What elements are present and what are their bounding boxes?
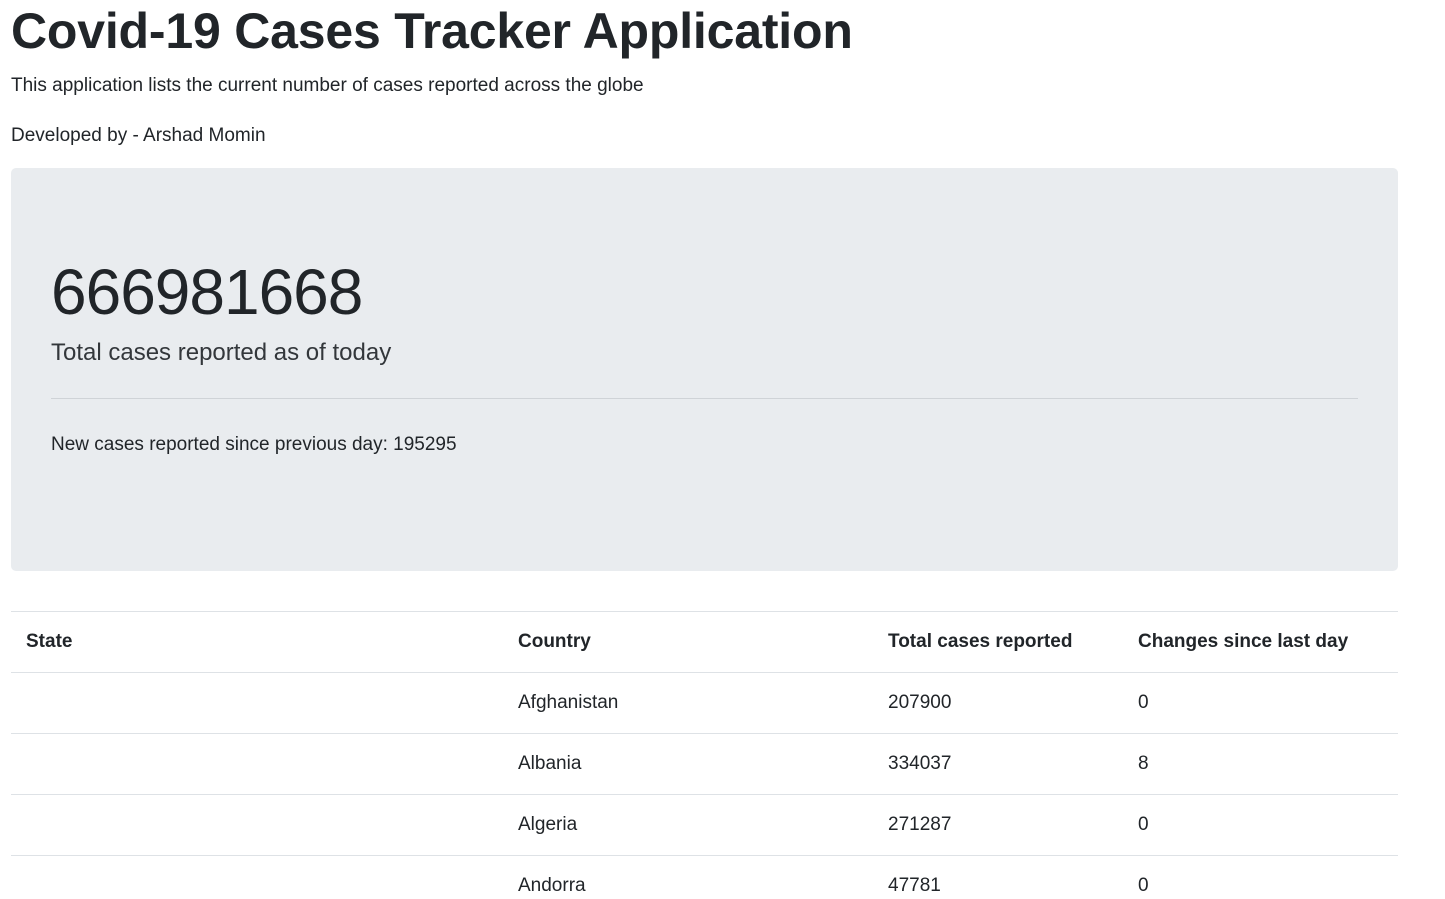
- summary-divider: [51, 398, 1358, 399]
- cell-state: [11, 733, 503, 795]
- column-header-country: Country: [503, 611, 873, 673]
- cell-country: Andorra: [503, 855, 873, 899]
- cell-total-cases: 271287: [873, 794, 1123, 856]
- cell-state: [11, 672, 503, 734]
- cases-table: State Country Total cases reported Chang…: [11, 611, 1398, 899]
- table-row: Albania 334037 8: [11, 733, 1398, 795]
- column-header-total-cases: Total cases reported: [873, 611, 1123, 673]
- page-container: Covid-19 Cases Tracker Application This …: [11, 0, 1398, 899]
- table-row: Afghanistan 207900 0: [11, 672, 1398, 734]
- header-row: State Country Total cases reported Chang…: [11, 611, 1398, 673]
- cell-total-cases: 47781: [873, 855, 1123, 899]
- cases-table-header: State Country Total cases reported Chang…: [11, 611, 1398, 673]
- cell-country: Afghanistan: [503, 672, 873, 734]
- cell-state: [11, 794, 503, 856]
- total-cases-count: 666981668: [51, 256, 363, 328]
- cell-country: Algeria: [503, 794, 873, 856]
- cases-table-body: Afghanistan 207900 0 Albania 334037 8 Al…: [11, 672, 1398, 899]
- table-row: Algeria 271287 0: [11, 794, 1398, 856]
- new-cases-text: New cases reported since previous day: 1…: [51, 434, 457, 455]
- page-subtitle: This application lists the current numbe…: [11, 75, 644, 96]
- summary-jumbotron: 666981668 Total cases reported as of tod…: [11, 168, 1398, 571]
- page-title: Covid-19 Cases Tracker Application: [11, 3, 853, 59]
- cell-country: Albania: [503, 733, 873, 795]
- column-header-state: State: [11, 611, 503, 673]
- cell-change: 0: [1123, 794, 1398, 856]
- cell-change: 8: [1123, 733, 1398, 795]
- cell-change: 0: [1123, 855, 1398, 899]
- developer-credit: Developed by - Arshad Momin: [11, 125, 266, 146]
- cell-total-cases: 207900: [873, 672, 1123, 734]
- cell-change: 0: [1123, 672, 1398, 734]
- cell-state: [11, 855, 503, 899]
- table-row: Andorra 47781 0: [11, 855, 1398, 899]
- cell-total-cases: 334037: [873, 733, 1123, 795]
- column-header-changes: Changes since last day: [1123, 611, 1398, 673]
- total-cases-label: Total cases reported as of today: [51, 339, 392, 366]
